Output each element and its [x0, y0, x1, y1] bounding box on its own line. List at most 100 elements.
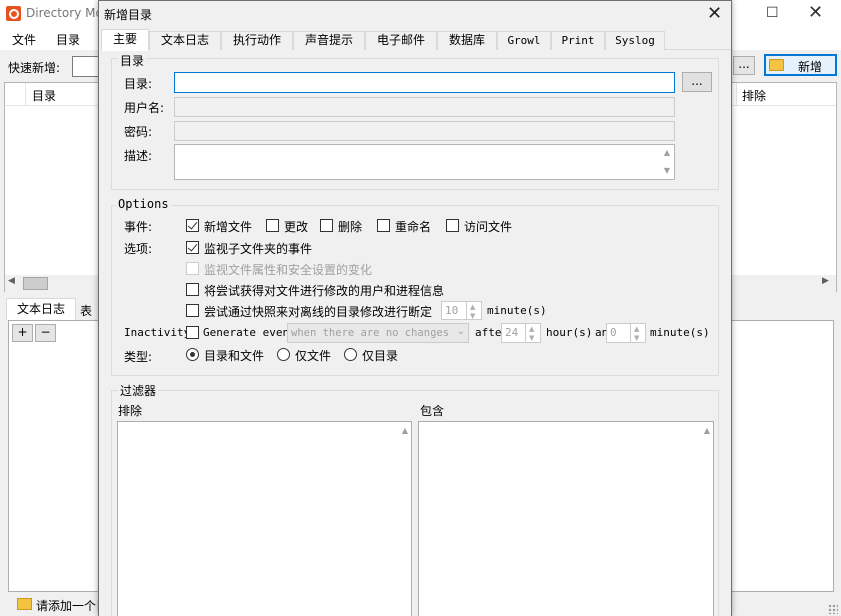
maximize-icon[interactable]: ☐	[766, 5, 779, 21]
generate-event-select[interactable]: when there are no changes ⌄	[287, 323, 469, 343]
hours-value: 24	[505, 326, 519, 339]
exclude-list[interactable]: ▲	[117, 421, 412, 616]
main-window-title: Directory Mo	[26, 6, 103, 20]
stepper-buttons[interactable]: ▲ ▼	[525, 324, 540, 342]
scroll-left-icon[interactable]: ◀	[8, 276, 15, 286]
type-label: 类型:	[124, 350, 153, 364]
type-files-only-radio[interactable]	[277, 348, 290, 361]
tab-text-log[interactable]: 文本日志	[149, 31, 221, 50]
stepper-up-icon[interactable]: ▲	[634, 325, 639, 333]
password-input[interactable]	[174, 121, 675, 141]
scroll-up-icon[interactable]: ▲	[664, 148, 670, 157]
tab-sound[interactable]: 声音提示	[293, 31, 365, 50]
scroll-up-icon[interactable]: ▲	[402, 426, 408, 435]
snapshot-minutes-value: 10	[445, 304, 459, 317]
tab-email[interactable]: 电子邮件	[365, 31, 437, 50]
exclude-label: 排除	[118, 404, 143, 418]
column-header-exclude[interactable]: 排除	[742, 87, 766, 104]
scrollbar-thumb[interactable]	[23, 277, 48, 290]
description-label: 描述:	[124, 149, 153, 163]
username-input[interactable]	[174, 97, 675, 117]
log-remove-button[interactable]: −	[35, 324, 56, 342]
type-dirs-only-radio[interactable]	[344, 348, 357, 361]
tab-syslog[interactable]: Syslog	[605, 31, 665, 50]
event-new-file-label: 新增文件	[204, 220, 253, 234]
stepper-down-icon[interactable]: ▼	[634, 334, 639, 342]
status-folder-icon	[17, 598, 32, 610]
tab-growl[interactable]: Growl	[497, 31, 551, 50]
type-dirs-and-files-radio[interactable]	[186, 348, 199, 361]
event-delete-label: 删除	[338, 220, 363, 234]
event-change-label: 更改	[284, 220, 309, 234]
event-rename-label: 重命名	[395, 220, 432, 234]
scroll-up-icon[interactable]: ▲	[704, 426, 710, 435]
get-user-process-checkbox[interactable]	[186, 283, 199, 296]
stepper-buttons[interactable]: ▲ ▼	[466, 302, 481, 320]
event-change-checkbox[interactable]	[266, 219, 279, 232]
menu-directory[interactable]: 目录	[56, 31, 80, 48]
type-files-only-label: 仅文件	[295, 349, 332, 363]
minutes-stepper[interactable]: 0 ▲ ▼	[606, 323, 646, 343]
event-rename-checkbox[interactable]	[377, 219, 390, 232]
add-button-label: 新增	[798, 60, 823, 74]
stepper-up-icon[interactable]: ▲	[470, 303, 475, 311]
tab-text-log[interactable]: 文本日志	[6, 298, 76, 320]
tab-print[interactable]: Print	[551, 31, 605, 50]
stepper-down-icon[interactable]: ▼	[529, 334, 534, 342]
directory-group-title: 目录	[118, 52, 147, 69]
menu-file[interactable]: 文件	[12, 31, 36, 48]
scroll-right-icon[interactable]: ▶	[822, 276, 829, 286]
event-delete-checkbox[interactable]	[320, 219, 333, 232]
event-new-file-checkbox[interactable]	[186, 219, 199, 232]
events-label: 事件:	[124, 220, 153, 234]
column-header-directory[interactable]: 目录	[32, 87, 56, 104]
quick-add-browse-button[interactable]: ...	[733, 56, 755, 75]
snapshot-minutes-stepper[interactable]: 10 ▲ ▼	[441, 301, 482, 320]
dialog-close-icon[interactable]: ✕	[707, 3, 722, 24]
hours-stepper[interactable]: 24 ▲ ▼	[501, 323, 541, 343]
snapshot-offline-label: 尝试通过快照来对离线的目录修改进行断定	[204, 305, 433, 319]
dialog-title: 新增目录	[104, 8, 153, 22]
stepper-buttons[interactable]: ▲ ▼	[630, 324, 645, 342]
inactivity-label: Inactivity	[124, 326, 191, 339]
directory-label: 目录:	[124, 77, 153, 91]
log-add-button[interactable]: +	[12, 324, 33, 342]
size-grip-icon[interactable]	[828, 604, 838, 614]
directory-input[interactable]	[174, 72, 675, 93]
hours-unit: hour(s)	[546, 326, 593, 339]
generate-event-select-value: when there are no changes	[291, 327, 450, 339]
stepper-down-icon[interactable]: ▼	[470, 312, 475, 320]
minutes-value: 0	[610, 326, 617, 339]
snapshot-minutes-unit: minute(s)	[487, 304, 547, 317]
column-separator	[25, 83, 26, 106]
main-close-icon[interactable]: ✕	[808, 2, 823, 23]
event-access-checkbox[interactable]	[446, 219, 459, 232]
app-logo-icon	[6, 6, 21, 21]
description-textarea[interactable]: ▲ ▼	[174, 144, 675, 180]
watch-subfolders-label: 监视子文件夹的事件	[204, 242, 313, 256]
minutes-unit: minute(s)	[650, 326, 710, 339]
tab-database[interactable]: 数据库	[437, 31, 497, 50]
include-list[interactable]: ▲	[418, 421, 714, 616]
generate-event-label: Generate event	[203, 326, 296, 339]
generate-event-checkbox[interactable]	[186, 326, 199, 339]
add-button[interactable]: 新增	[764, 54, 837, 76]
watch-attributes-checkbox[interactable]	[186, 262, 199, 275]
password-label: 密码:	[124, 125, 153, 139]
event-access-label: 访问文件	[464, 220, 513, 234]
folder-icon	[769, 59, 784, 71]
tab-table[interactable]: 表	[80, 302, 92, 319]
snapshot-offline-checkbox[interactable]	[186, 304, 199, 317]
column-separator	[736, 83, 737, 106]
choices-label: 选项:	[124, 242, 153, 256]
include-label: 包含	[420, 404, 445, 418]
type-dirs-and-files-label: 目录和文件	[204, 349, 265, 363]
scroll-down-icon[interactable]: ▼	[664, 166, 670, 175]
tab-main[interactable]: 主要	[101, 29, 149, 51]
type-dirs-only-label: 仅目录	[362, 349, 399, 363]
tab-actions[interactable]: 执行动作	[221, 31, 293, 50]
directory-browse-button[interactable]: ...	[682, 72, 712, 92]
watch-subfolders-checkbox[interactable]	[186, 241, 199, 254]
watch-attributes-label: 监视文件属性和安全设置的变化	[204, 263, 373, 277]
stepper-up-icon[interactable]: ▲	[529, 325, 534, 333]
